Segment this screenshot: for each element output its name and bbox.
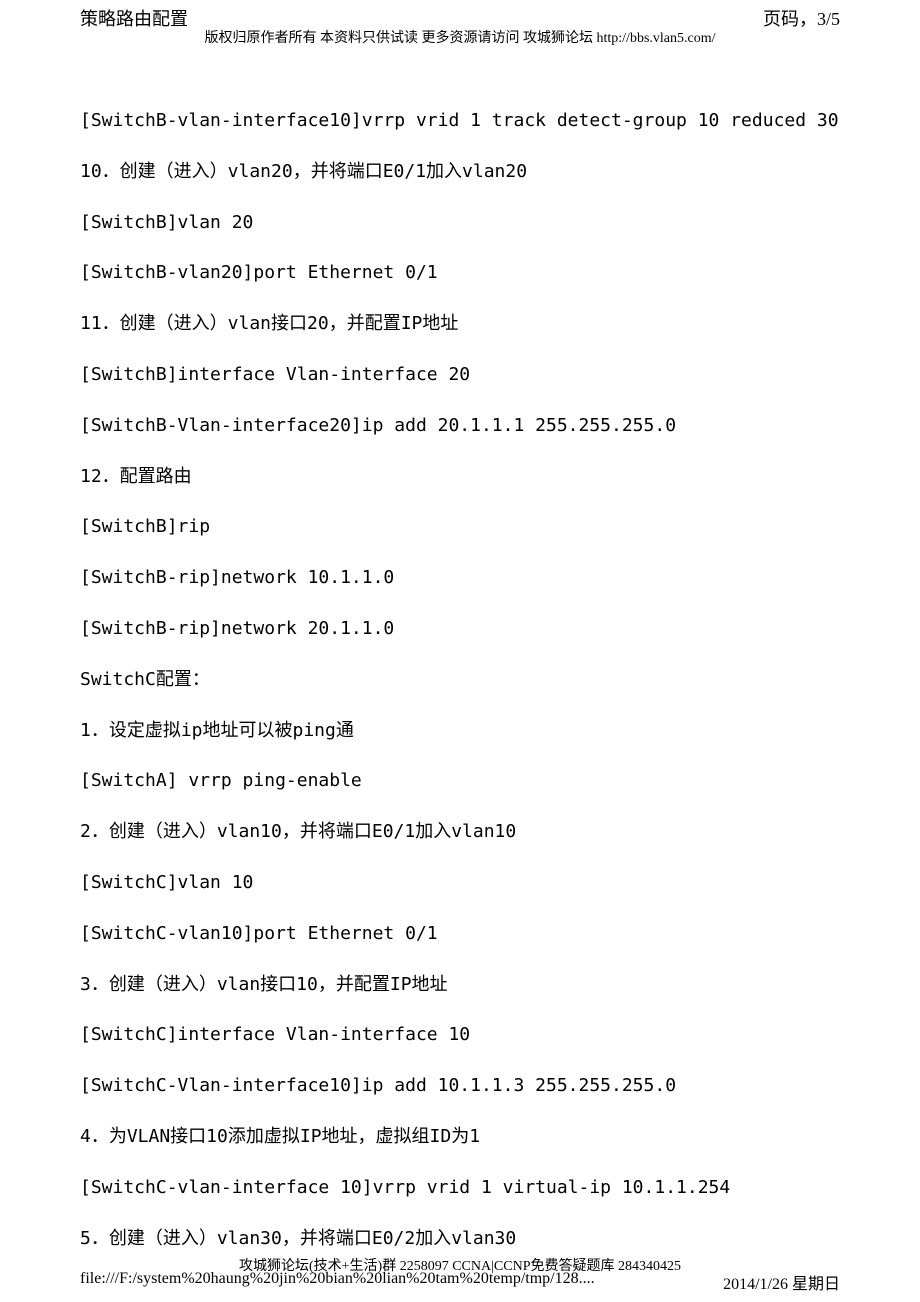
- content-line: [SwitchC-vlan10]port Ethernet 0/1: [80, 920, 840, 949]
- content-line: [SwitchB]interface Vlan-interface 20: [80, 361, 840, 390]
- content-line: [SwitchC]interface Vlan-interface 10: [80, 1021, 840, 1050]
- content-line: [SwitchB-vlan-interface10]vrrp vrid 1 tr…: [80, 107, 840, 136]
- content-line: [SwitchA] vrrp ping-enable: [80, 767, 840, 796]
- content-line: 4．为VLAN接口10添加虚拟IP地址，虚拟组ID为1: [80, 1123, 840, 1152]
- content-line: [SwitchC-vlan-interface 10]vrrp vrid 1 v…: [80, 1174, 840, 1203]
- document-title: 策略路由配置: [80, 5, 188, 31]
- document-content: [SwitchB-vlan-interface10]vrrp vrid 1 tr…: [0, 47, 920, 1253]
- content-line: [SwitchC]vlan 10: [80, 869, 840, 898]
- content-line: [SwitchB-rip]network 20.1.1.0: [80, 615, 840, 644]
- content-line: 1．设定虚拟ip地址可以被ping通: [80, 717, 840, 746]
- content-line: 2．创建（进入）vlan10，并将端口E0/1加入vlan10: [80, 818, 840, 847]
- content-line: 12．配置路由: [80, 463, 840, 492]
- page-number: 页码，3/5: [763, 5, 840, 31]
- content-line: SwitchC配置：: [80, 666, 840, 695]
- footer-bottom-row: file:///F:/system%20haung%20jin%20bian%2…: [80, 1270, 840, 1294]
- content-line: [SwitchB-vlan20]port Ethernet 0/1: [80, 259, 840, 288]
- content-line: 11．创建（进入）vlan接口20，并配置IP地址: [80, 310, 840, 339]
- content-line: 10．创建（进入）vlan20，并将端口E0/1加入vlan20: [80, 158, 840, 187]
- content-line: 5．创建（进入）vlan30，并将端口E0/2加入vlan30: [80, 1225, 840, 1254]
- content-line: [SwitchB-rip]network 10.1.1.0: [80, 564, 840, 593]
- footer-file-path: file:///F:/system%20haung%20jin%20bian%2…: [80, 1270, 595, 1294]
- footer-date: 2014/1/26 星期日: [723, 1270, 840, 1294]
- content-line: 3．创建（进入）vlan接口10，并配置IP地址: [80, 971, 840, 1000]
- content-line: [SwitchB]vlan 20: [80, 209, 840, 238]
- content-line: [SwitchC-Vlan-interface10]ip add 10.1.1.…: [80, 1072, 840, 1101]
- content-line: [SwitchB-Vlan-interface20]ip add 20.1.1.…: [80, 412, 840, 441]
- content-line: [SwitchB]rip: [80, 513, 840, 542]
- page-footer: 攻城狮论坛(技术+生活)群 2258097 CCNA|CCNP免费答疑题库 28…: [80, 1255, 840, 1294]
